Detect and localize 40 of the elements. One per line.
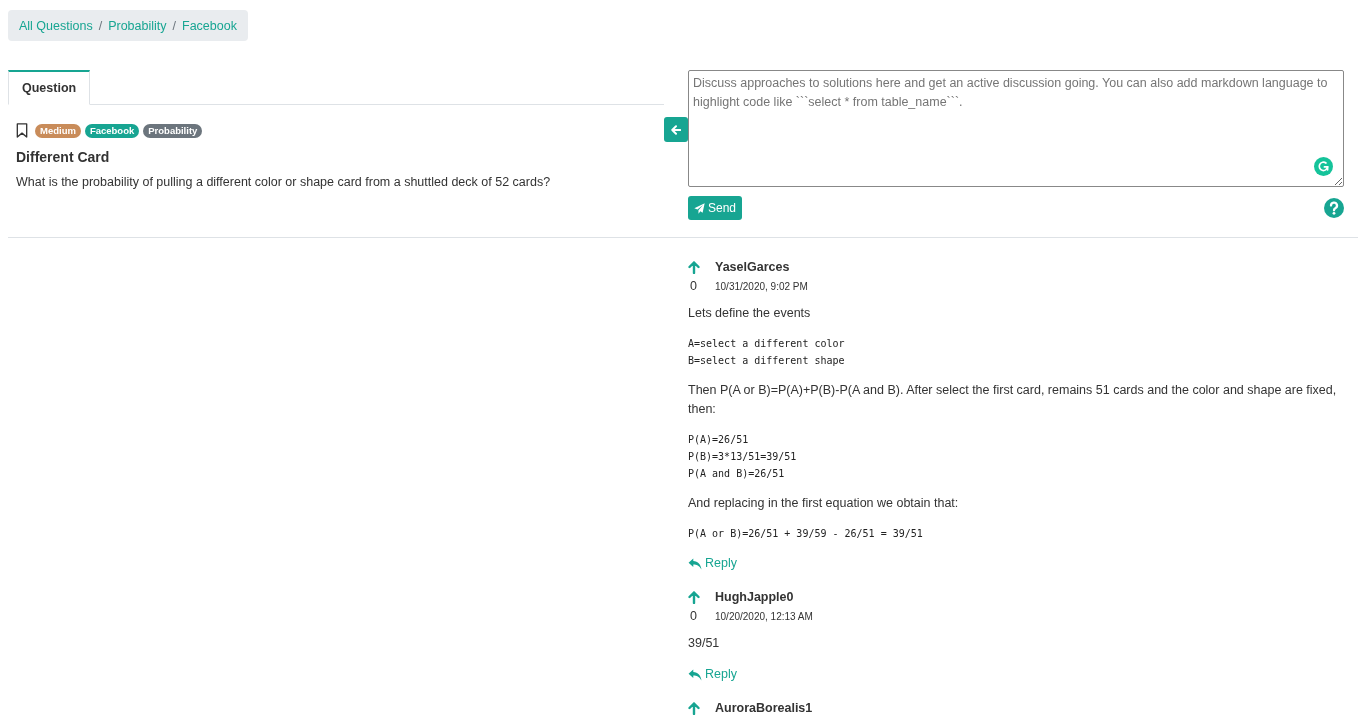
breadcrumb-link[interactable]: Probability (108, 18, 167, 33)
breadcrumb-link[interactable]: Facebook (182, 18, 237, 33)
code-text: P(A)=26/51 P(B)=3*13/51=39/51 P(A and B)=26/51 (688, 433, 797, 481)
code-text: A=select a different color B=select a different shape (688, 337, 845, 368)
question-title: Different Card (16, 149, 111, 166)
breadcrumb-separator: / (172, 18, 176, 33)
comment-date: 10/31/2020, 9:02 PM (715, 280, 808, 294)
grammar-check-icon[interactable] (1314, 157, 1333, 176)
comment-text: 39/51 (688, 635, 721, 652)
help-icon[interactable] (1324, 198, 1344, 218)
tag-badge: Medium (35, 123, 81, 138)
arrow-up-icon[interactable] (688, 591, 700, 604)
reply-link[interactable]: Reply (688, 665, 737, 684)
comment-author: YaselGarces (715, 259, 791, 276)
comment-text: And replacing in the first equation we obtain that: (688, 495, 960, 512)
question-tab[interactable]: Question (8, 70, 91, 105)
collapse-button[interactable] (664, 117, 688, 142)
arrow-left-icon (671, 124, 681, 135)
comment-date: 10/20/2020, 12:13 AM (715, 610, 813, 624)
reply-link[interactable]: Reply (688, 554, 737, 573)
reply-arrow-icon (688, 668, 702, 681)
comment-text: Then P(A or B)=P(A)+P(B)-P(A and B). After select the first card, remains 51 cards and the color and shape are fixed, then: (688, 382, 1338, 418)
code-text: P(A or B)=26/51 + 39/59 - 26/51 = 39/51 (688, 527, 923, 541)
question-text: What is the probability of pulling a different color or shape card from a shuttled deck of 52 cards? (16, 174, 552, 191)
arrow-up-icon[interactable] (688, 702, 700, 715)
comment-author: HughJapple0 (715, 589, 795, 606)
comment-author: AuroraBorealis1 (715, 700, 813, 717)
arrow-up-icon[interactable] (688, 261, 700, 274)
vote-count: 0 (689, 278, 698, 295)
discussion-field[interactable]: Discuss approaches to solutions here and get an active discussion going. You can also add markdown language to highlight code like ```select * from table_name```. (688, 70, 1344, 187)
breadcrumb-separator: / (98, 18, 103, 33)
tag-badge: Facebook (84, 123, 140, 138)
bookmark-icon[interactable] (16, 123, 28, 138)
vote-count: 0 (689, 608, 698, 625)
paper-plane-icon (694, 202, 705, 214)
breadcrumb-link[interactable]: All Questions (19, 18, 93, 33)
comment-text: Lets define the events (688, 305, 812, 322)
tag-badge: Probability (143, 123, 203, 138)
send-button[interactable]: Send (688, 196, 743, 220)
reply-arrow-icon (688, 557, 702, 570)
